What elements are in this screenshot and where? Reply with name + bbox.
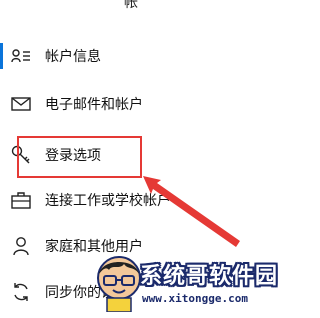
nav-item-email-accounts[interactable]: 电子邮件和帐户 <box>0 82 298 126</box>
person-icon <box>10 235 32 257</box>
nav-item-label: 电子邮件和帐户 <box>45 97 143 113</box>
nav-item-label: 连接工作或学校帐户 <box>45 193 171 209</box>
watermark-logo: 系统哥软件园 www.xitongge.com <box>94 248 298 318</box>
sync-icon <box>10 281 32 303</box>
cropped-title-fragment: 帐 <box>124 0 138 11</box>
mail-icon <box>10 93 32 115</box>
account-info-icon <box>10 45 32 67</box>
watermark-title: 系统哥软件园 <box>140 264 279 289</box>
mascot-icon <box>97 256 141 312</box>
highlight-box <box>17 136 142 178</box>
watermark-url: www.xitongge.com <box>140 292 250 305</box>
nav-item-account-info[interactable]: 帐户信息 <box>0 34 298 78</box>
settings-accounts-screen: 帐 帐户信息 电子邮件和帐户 登录选项 连接工作或学校帐户 家庭和其他用户 同步… <box>0 0 298 318</box>
top-cropped-header: 帐 <box>0 0 298 18</box>
nav-item-work-school[interactable]: 连接工作或学校帐户 <box>0 178 298 222</box>
nav-item-label: 帐户信息 <box>45 49 101 65</box>
briefcase-icon <box>10 189 32 211</box>
